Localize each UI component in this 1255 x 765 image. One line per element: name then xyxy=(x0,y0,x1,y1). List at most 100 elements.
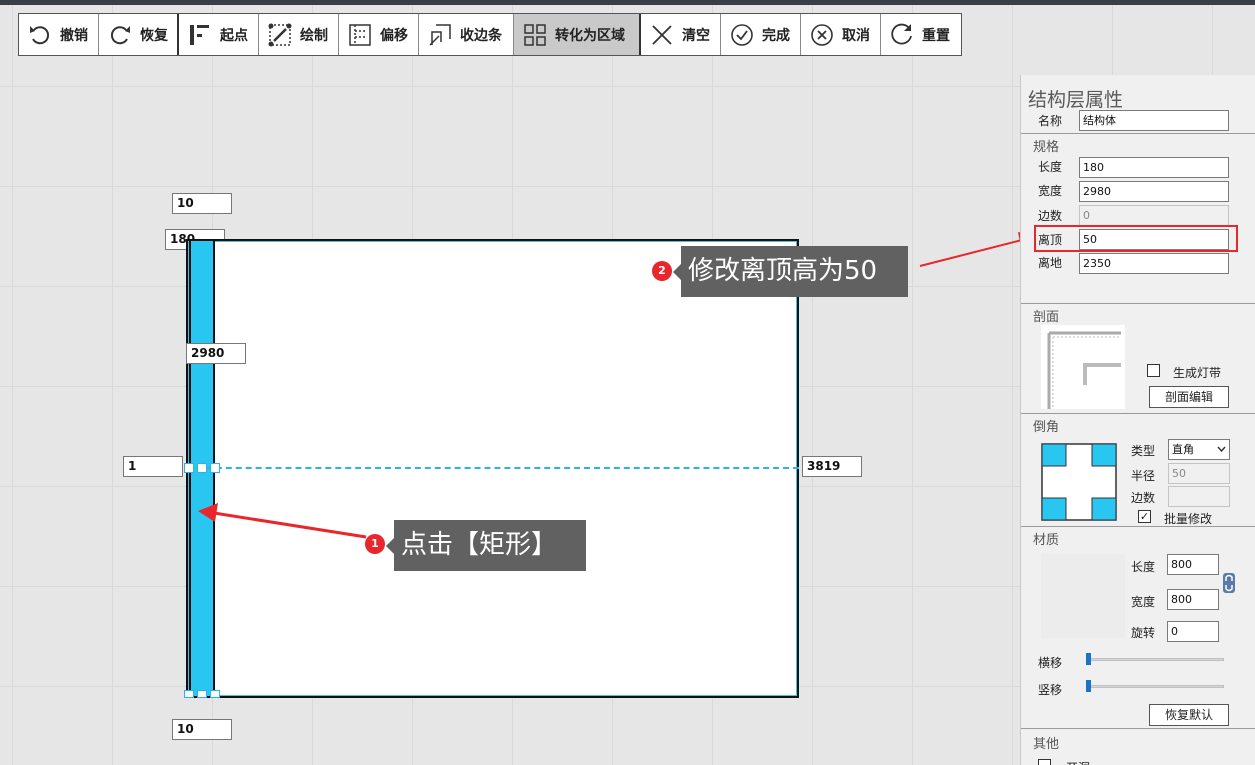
horizontal-shift-thumb[interactable] xyxy=(1086,653,1091,665)
spec-sides-label: 边数 xyxy=(1038,209,1063,223)
strip-handle-bottom-right[interactable] xyxy=(210,690,220,698)
pencil-icon xyxy=(268,23,292,46)
light-strip-label: 生成灯带 xyxy=(1173,366,1222,380)
material-preview xyxy=(1041,554,1125,638)
strip-handle-right[interactable] xyxy=(210,463,220,473)
chamfer-radius-label: 半径 xyxy=(1131,469,1156,483)
material-width-label: 宽度 xyxy=(1131,595,1156,609)
step-1-badge: 1 xyxy=(365,534,385,554)
profile-edit-button[interactable]: 剖面编辑 xyxy=(1149,386,1229,408)
vertical-shift-slider[interactable] xyxy=(1086,685,1224,688)
redo-button[interactable]: 恢复 xyxy=(99,14,179,55)
spec-width-label: 宽度 xyxy=(1038,184,1063,198)
material-rotate-label: 旋转 xyxy=(1131,626,1156,640)
check-circle-icon xyxy=(731,23,753,46)
strip-handle-bottom-left[interactable] xyxy=(184,690,194,698)
name-input[interactable]: 结构体 xyxy=(1079,110,1229,131)
chamfer-sides-label: 边数 xyxy=(1131,491,1156,505)
material-length-input[interactable]: 800 xyxy=(1167,554,1219,575)
clear-label: 清空 xyxy=(682,27,710,44)
other-title: 其他 xyxy=(1033,737,1060,752)
spec-length-label: 长度 xyxy=(1038,160,1063,174)
centerline-dashed xyxy=(186,467,799,469)
window-top-strip xyxy=(0,0,1255,5)
strip-handle-mid[interactable] xyxy=(197,463,207,473)
undo-icon xyxy=(30,25,50,44)
profile-title: 剖面 xyxy=(1033,310,1060,325)
step-2-badge: 2 xyxy=(652,261,672,281)
offset-icon xyxy=(349,23,371,46)
to-region-label: 转化为区域 xyxy=(555,27,625,44)
panel-title: 结构层属性 xyxy=(1028,89,1124,111)
start-point-icon xyxy=(190,24,209,45)
spec-length-input[interactable]: 180 xyxy=(1079,157,1229,178)
other-section: 其他 xyxy=(1021,728,1255,765)
open-hole-label: 开洞 xyxy=(1066,759,1090,765)
horizontal-shift-slider[interactable] xyxy=(1086,658,1224,661)
undo-label: 撤销 xyxy=(60,27,88,44)
light-strip-checkbox[interactable] xyxy=(1147,364,1160,377)
reset-button[interactable]: 重置 xyxy=(881,14,961,55)
horizontal-shift-label: 横移 xyxy=(1038,656,1063,670)
batch-modify-checkbox[interactable]: ✓ xyxy=(1138,510,1151,523)
reset-icon xyxy=(891,23,912,44)
cancel-button[interactable]: 取消 xyxy=(801,14,881,55)
dim-length-input[interactable]: 2980 xyxy=(186,343,246,364)
offset-label: 偏移 xyxy=(380,27,408,44)
chamfer-type-value: 直角 xyxy=(1172,443,1194,456)
trim-edge-button[interactable]: 收边条 xyxy=(419,14,514,55)
undo-button[interactable]: 撤销 xyxy=(19,14,99,55)
batch-modify-label: 批量修改 xyxy=(1164,512,1213,526)
material-width-input[interactable]: 800 xyxy=(1167,589,1219,610)
step-1-callout: 点击【矩形】 xyxy=(386,520,586,571)
vertical-shift-thumb[interactable] xyxy=(1086,680,1091,692)
material-rotate-input[interactable]: 0 xyxy=(1167,621,1219,642)
trim-edge-icon xyxy=(429,23,451,46)
material-length-label: 长度 xyxy=(1131,560,1156,574)
redo-label: 恢复 xyxy=(140,27,168,44)
spec-sides-input: 0 xyxy=(1079,205,1229,226)
structure-layer-properties-panel: 结构层属性 名称 结构体 规格 长度 180 宽度 2980 边数 0 离顶 5… xyxy=(1020,75,1255,765)
reset-label: 重置 xyxy=(922,27,950,44)
chamfer-type-label: 类型 xyxy=(1131,444,1156,458)
link-chain-icon[interactable] xyxy=(1222,572,1236,594)
chamfer-type-select[interactable]: 直角 xyxy=(1168,439,1230,460)
dim-bottom-input[interactable]: 10 xyxy=(172,719,232,740)
drawing-toolbar: 撤销 恢复 起点 绘制 偏移 收边条 转化为区域 清空 完成 取消 重置 xyxy=(18,13,962,56)
vertical-shift-label: 竖移 xyxy=(1038,683,1063,697)
dim-left-input[interactable]: 1 xyxy=(123,456,183,477)
offset-button[interactable]: 偏移 xyxy=(339,14,419,55)
redo-icon xyxy=(110,25,130,44)
restore-default-button[interactable]: 恢复默认 xyxy=(1149,704,1229,726)
spec-width-input[interactable]: 2980 xyxy=(1079,181,1229,202)
to-region-button[interactable]: 转化为区域 xyxy=(514,14,641,55)
done-label: 完成 xyxy=(762,27,790,44)
start-point-label: 起点 xyxy=(220,27,248,44)
cancel-label: 取消 xyxy=(842,27,870,44)
close-icon xyxy=(652,24,672,45)
draw-button[interactable]: 绘制 xyxy=(259,14,339,55)
strip-handle-left[interactable] xyxy=(184,463,194,473)
chamfer-corners-icon xyxy=(1041,443,1117,521)
trim-edge-label: 收边条 xyxy=(460,27,502,44)
chamfer-sides-input xyxy=(1168,486,1230,507)
dim-right-input[interactable]: 3819 xyxy=(802,456,862,477)
profile-preview-image xyxy=(1041,325,1125,409)
cancel-circle-icon xyxy=(811,23,833,46)
chamfer-radius-input: 50 xyxy=(1168,463,1230,484)
name-label: 名称 xyxy=(1038,114,1063,128)
draw-label: 绘制 xyxy=(300,27,328,44)
spec-title: 规格 xyxy=(1033,140,1060,155)
done-button[interactable]: 完成 xyxy=(721,14,801,55)
clear-button[interactable]: 清空 xyxy=(641,14,721,55)
start-point-button[interactable]: 起点 xyxy=(179,14,259,55)
dim-top-offset-input[interactable]: 10 xyxy=(172,193,232,214)
strip-handle-bottom-mid[interactable] xyxy=(197,690,207,698)
step-2-callout: 修改离顶高为50 xyxy=(673,246,908,297)
spec-floor-gap-input[interactable]: 2350 xyxy=(1079,253,1229,274)
top-gap-highlight-box xyxy=(1034,225,1238,252)
spec-floor-gap-label: 离地 xyxy=(1038,256,1063,270)
grid-region-icon xyxy=(524,23,546,46)
open-hole-checkbox[interactable] xyxy=(1038,759,1051,765)
material-title: 材质 xyxy=(1033,533,1060,548)
